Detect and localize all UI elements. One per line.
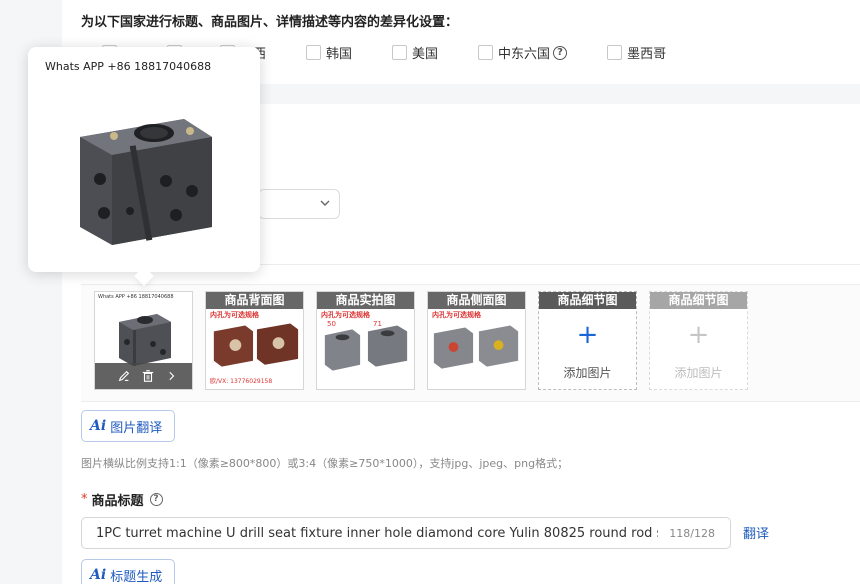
side-image-thumb[interactable]: 商品侧面图 内孔为可选规格 bbox=[427, 291, 526, 390]
country-label: 中东六国 bbox=[498, 47, 551, 62]
image-footer-text: 欧/VX: 13776029158 bbox=[210, 378, 273, 385]
plus-icon: + bbox=[687, 320, 710, 350]
product-edit-page: 为以下国家进行标题、商品图片、详情描述等内容的差异化设置： 巴西 韩国 美国 bbox=[0, 0, 860, 584]
title-input-value[interactable]: 1PC turret machine U drill seat fixture … bbox=[96, 526, 658, 541]
chevron-right-icon[interactable] bbox=[164, 368, 180, 384]
required-mark: * bbox=[81, 492, 88, 507]
product-photo bbox=[428, 309, 525, 389]
image-caption: 内孔为可选规格 bbox=[432, 311, 481, 319]
edit-icon[interactable] bbox=[116, 368, 132, 384]
help-icon[interactable]: ? bbox=[553, 45, 568, 60]
country-checkbox[interactable] bbox=[607, 45, 623, 60]
image-caption: 内孔为可选规格 bbox=[210, 311, 259, 319]
country-label: 韩国 bbox=[326, 47, 353, 62]
add-detail-image-button-disabled: 商品细节图 + 添加图片 bbox=[649, 291, 748, 390]
image-gallery: Whats APP +86 18817040688 商品背面图 内孔为可选规格 … bbox=[81, 284, 860, 402]
country-label: 美国 bbox=[412, 47, 439, 62]
product-preview-image bbox=[80, 119, 212, 245]
title-generate-label: 标题生成 bbox=[110, 569, 163, 584]
plus-icon: + bbox=[576, 320, 599, 350]
country-settings-title: 为以下国家进行标题、商品图片、详情描述等内容的差异化设置： bbox=[81, 15, 459, 30]
dimension-label: 71 bbox=[373, 320, 382, 328]
product-title-input[interactable]: 1PC turret machine U drill seat fixture … bbox=[81, 517, 731, 549]
chevron-down-icon bbox=[320, 200, 330, 206]
country-option-middle-east[interactable]: 中东六国 ? bbox=[478, 43, 568, 62]
country-label: 墨西哥 bbox=[627, 47, 667, 62]
add-detail-image-button[interactable]: 商品细节图 + 添加图片 bbox=[538, 291, 637, 390]
add-image-text: 添加图片 bbox=[563, 366, 612, 380]
country-option-korea[interactable]: 韩国 bbox=[306, 43, 352, 62]
add-image-text: 添加图片 bbox=[674, 366, 723, 380]
image-format-hint: 图片横纵比例支持1:1（像素≥800*800）或3:4（像素≥750*1000）… bbox=[81, 457, 569, 470]
title-char-count: 118/128 bbox=[669, 527, 715, 540]
back-image-thumb[interactable]: 商品背面图 内孔为可选规格 欧/VX: 13776029158 bbox=[205, 291, 304, 390]
title-label-text: 商品标题 bbox=[91, 494, 144, 509]
image-translate-button[interactable]: Ai 图片翻译 bbox=[81, 410, 175, 442]
country-checkbox[interactable] bbox=[306, 45, 322, 60]
dimension-label: 50 bbox=[327, 320, 336, 328]
ai-icon: Ai bbox=[90, 418, 107, 434]
trash-icon[interactable] bbox=[140, 368, 156, 384]
country-option-mexico[interactable]: 墨西哥 bbox=[607, 43, 666, 62]
image-caption: 内孔为可选规格 bbox=[321, 311, 370, 319]
image-label: 商品实拍图 bbox=[317, 292, 414, 309]
image-label: 商品背面图 bbox=[206, 292, 303, 309]
image-translate-label: 图片翻译 bbox=[110, 420, 163, 436]
image-preview-popover: Whats APP +86 18817040688 bbox=[28, 47, 260, 272]
ai-icon: Ai bbox=[90, 567, 107, 583]
help-icon[interactable]: ? bbox=[149, 493, 163, 506]
real-image-thumb[interactable]: 商品实拍图 内孔为可选规格 50 71 bbox=[316, 291, 415, 390]
image-action-bar bbox=[95, 363, 192, 389]
image-label: 商品侧面图 bbox=[428, 292, 525, 309]
title-translate-link[interactable]: 翻译 bbox=[743, 523, 769, 542]
preview-caption: Whats APP +86 18817040688 bbox=[45, 60, 212, 73]
main-image-thumb[interactable]: Whats APP +86 18817040688 bbox=[94, 291, 193, 390]
country-checkbox[interactable] bbox=[392, 45, 408, 60]
product-title-label: * 商品标题 ? bbox=[81, 490, 163, 509]
country-option-usa[interactable]: 美国 bbox=[392, 43, 438, 62]
title-generate-button[interactable]: Ai 标题生成 bbox=[81, 559, 175, 584]
country-checkbox[interactable] bbox=[478, 45, 494, 60]
image-label: 商品细节图 bbox=[539, 292, 636, 309]
image-label: 商品细节图 bbox=[650, 292, 747, 309]
